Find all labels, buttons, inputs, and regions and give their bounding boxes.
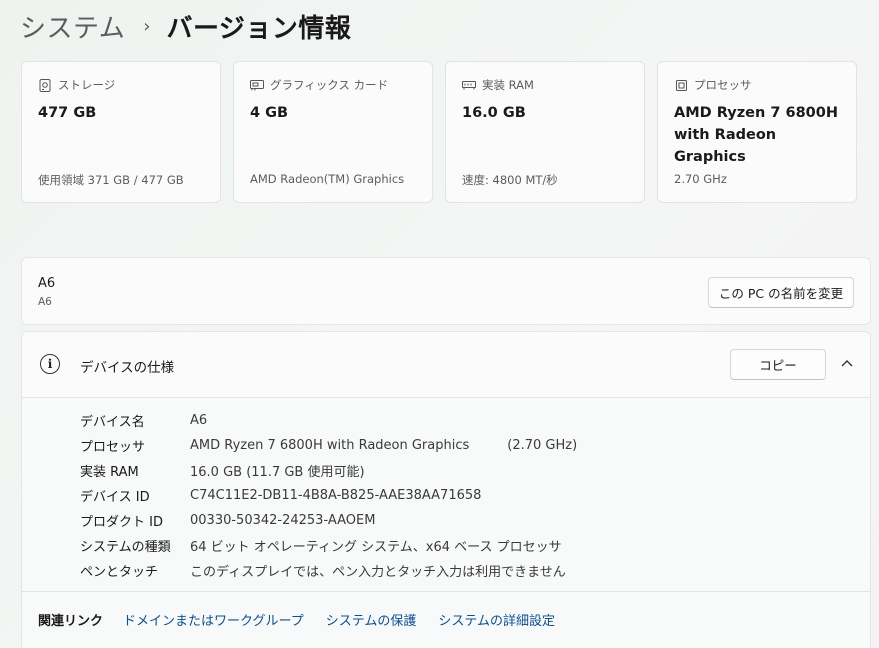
breadcrumb-separator-icon: › — [143, 15, 151, 37]
spec-row-device-name: デバイス名 A6 — [80, 408, 577, 433]
memory-icon — [462, 78, 476, 92]
spec-key: システムの種類 — [80, 540, 171, 555]
domain-workgroup-link[interactable]: ドメインまたはワークグループ — [123, 610, 304, 629]
card-value: 477 GB — [38, 105, 97, 121]
spec-rows: デバイス名 A6 プロセッサ AMD Ryzen 7 6800H with Ra… — [80, 408, 577, 583]
spec-value: 64 ビット オペレーティング システム、x64 ベース プロセッサ — [190, 540, 562, 555]
copy-button[interactable]: コピー — [730, 349, 826, 380]
graphics-card: グラフィックス カード 4 GB AMD Radeon(TM) Graphics — [233, 61, 433, 203]
graphics-card-icon — [250, 78, 264, 92]
spec-row-ram: 実装 RAM 16.0 GB (11.7 GB 使用可能) — [80, 458, 577, 483]
spec-key: ペンとタッチ — [80, 565, 159, 580]
spec-row-processor: プロセッサ AMD Ryzen 7 6800H with Radeon Grap… — [80, 433, 577, 458]
spec-value: C74C11E2-DB11-4B8A-B825-AAE38AA71658 — [190, 488, 482, 503]
processor-icon — [674, 78, 688, 92]
spec-value: 00330-50342-24253-AAOEM — [190, 513, 376, 528]
device-name-row: A6 A6 この PC の名前を変更 — [21, 257, 871, 325]
processor-card: プロセッサ AMD Ryzen 7 6800H with Radeon Grap… — [657, 61, 857, 203]
spec-value: AMD Ryzen 7 6800H with Radeon Graphics — [190, 438, 470, 453]
device-subname: A6 — [38, 296, 52, 308]
related-links-label: 関連リンク — [38, 614, 104, 629]
card-label: プロセッサ — [694, 78, 752, 92]
breadcrumb: システム › バージョン情報 — [20, 6, 351, 46]
memory-card: 実装 RAM 16.0 GB 速度: 4800 MT/秒 — [445, 61, 645, 203]
spec-row-device-id: デバイス ID C74C11E2-DB11-4B8A-B825-AAE38AA7… — [80, 483, 577, 508]
card-sub: AMD Radeon(TM) Graphics — [250, 172, 405, 186]
storage-icon — [38, 78, 52, 92]
device-name: A6 — [38, 276, 56, 291]
advanced-system-settings-link[interactable]: システムの詳細設定 — [438, 610, 555, 629]
card-sub: 2.70 GHz — [674, 172, 727, 186]
spec-key: プロセッサ — [80, 440, 146, 455]
spec-row-product-id: プロダクト ID 00330-50342-24253-AAOEM — [80, 508, 577, 533]
info-icon: i — [40, 354, 60, 374]
related-links: 関連リンク ドメインまたはワークグループ システムの保護 システムの詳細設定 — [21, 591, 871, 648]
card-sub: 速度: 4800 MT/秒 — [462, 173, 558, 187]
device-specs-title: デバイスの仕様 — [80, 360, 175, 376]
system-protection-link[interactable]: システムの保護 — [326, 610, 417, 629]
card-label: グラフィックス カード — [270, 78, 389, 92]
card-value: 16.0 GB — [462, 105, 526, 121]
card-label: ストレージ — [58, 78, 116, 92]
spec-extra: (2.70 GHz) — [507, 438, 578, 453]
page-title: バージョン情報 — [166, 13, 352, 44]
spec-value: 16.0 GB (11.7 GB 使用可能) — [190, 465, 365, 480]
card-value: 4 GB — [250, 105, 289, 121]
spec-key: デバイス名 — [80, 415, 145, 430]
spec-row-system-type: システムの種類 64 ビット オペレーティング システム、x64 ベース プロセ… — [80, 533, 577, 558]
card-sub: 使用領域 371 GB / 477 GB — [38, 173, 184, 187]
card-value: AMD Ryzen 7 6800H with Radeon Graphics — [674, 105, 838, 165]
rename-pc-button[interactable]: この PC の名前を変更 — [708, 277, 854, 308]
spec-row-pen-touch: ペンとタッチ このディスプレイでは、ペン入力とタッチ入力は利用できません — [80, 558, 577, 583]
spec-key: デバイス ID — [80, 490, 150, 505]
spec-cards: ストレージ 477 GB 使用領域 371 GB / 477 GB グラフィック… — [21, 61, 857, 203]
spec-key: 実装 RAM — [80, 465, 139, 480]
card-label: 実装 RAM — [482, 78, 534, 92]
spec-key: プロダクト ID — [80, 515, 163, 530]
storage-card: ストレージ 477 GB 使用領域 371 GB / 477 GB — [21, 61, 221, 203]
breadcrumb-parent-system[interactable]: システム — [20, 8, 125, 45]
chevron-up-icon[interactable] — [838, 354, 856, 372]
device-specs-header[interactable]: i デバイスの仕様 コピー — [22, 332, 870, 398]
spec-value: A6 — [190, 413, 208, 428]
spec-value: このディスプレイでは、ペン入力とタッチ入力は利用できません — [190, 565, 566, 580]
